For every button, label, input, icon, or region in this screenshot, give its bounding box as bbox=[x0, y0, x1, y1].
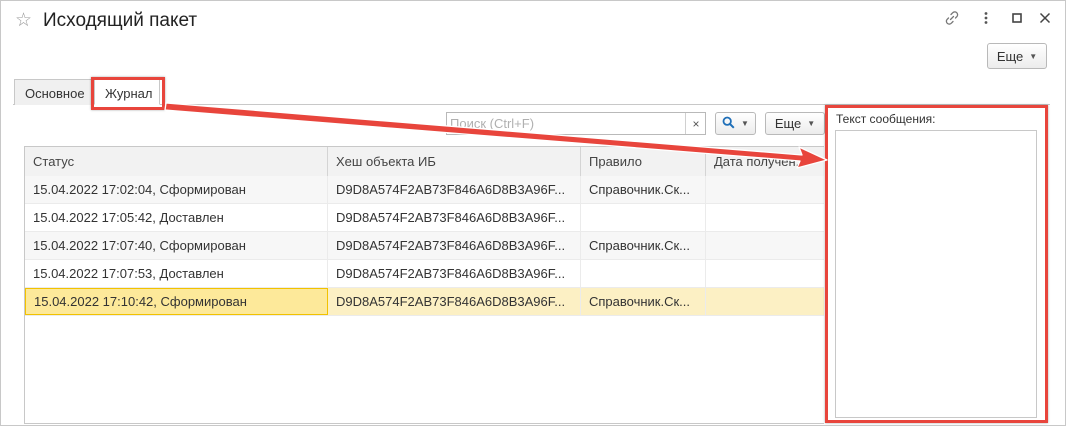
cell-status[interactable]: 15.04.2022 17:10:42, Сформирован bbox=[25, 288, 328, 315]
cell-status: 15.04.2022 17:07:53, Доставлен bbox=[25, 260, 328, 287]
cell-hash: D9D8A574F2AB73F846A6D8B3A96F... bbox=[328, 288, 581, 315]
table-row[interactable]: 15.04.2022 17:05:42, Доставлен D9D8A574F… bbox=[25, 204, 824, 232]
window-title: Исходящий пакет bbox=[43, 10, 198, 31]
table-row-selected[interactable]: 15.04.2022 17:10:42, Сформирован D9D8A57… bbox=[25, 288, 824, 316]
message-panel-highlight-frame bbox=[825, 105, 1048, 423]
journal-table: Статус Хеш объекта ИБ Правило Дата получ… bbox=[24, 146, 824, 424]
cell-rule bbox=[581, 204, 706, 231]
tab-main-label: Основное bbox=[25, 86, 85, 101]
tab-main[interactable]: Основное bbox=[14, 79, 96, 105]
cell-hash: D9D8A574F2AB73F846A6D8B3A96F... bbox=[328, 176, 581, 203]
caret-down-icon: ▼ bbox=[741, 119, 749, 128]
column-header-date[interactable]: Дата получен... bbox=[706, 147, 824, 176]
table-row[interactable]: 15.04.2022 17:07:53, Доставлен D9D8A574F… bbox=[25, 260, 824, 288]
cell-date bbox=[706, 204, 824, 231]
column-header-hash[interactable]: Хеш объекта ИБ bbox=[328, 147, 581, 176]
close-icon[interactable] bbox=[1038, 10, 1052, 30]
magnifier-icon bbox=[722, 116, 735, 132]
cell-date bbox=[706, 232, 824, 259]
link-icon[interactable] bbox=[944, 10, 960, 30]
star-icon[interactable]: ☆ bbox=[15, 9, 32, 32]
cell-status: 15.04.2022 17:07:40, Сформирован bbox=[25, 232, 328, 259]
maximize-icon[interactable] bbox=[1010, 10, 1024, 30]
toolbar-more-button[interactable]: Еще ▼ bbox=[765, 112, 825, 135]
column-header-status[interactable]: Статус bbox=[25, 147, 328, 176]
column-header-rule[interactable]: Правило bbox=[581, 147, 706, 176]
cell-date bbox=[706, 288, 824, 315]
cell-status: 15.04.2022 17:02:04, Сформирован bbox=[25, 176, 328, 203]
tab-highlight-frame bbox=[91, 77, 165, 110]
cell-hash: D9D8A574F2AB73F846A6D8B3A96F... bbox=[328, 204, 581, 231]
caret-down-icon: ▼ bbox=[1029, 51, 1038, 61]
caret-down-icon: ▼ bbox=[807, 119, 816, 128]
cell-hash: D9D8A574F2AB73F846A6D8B3A96F... bbox=[328, 232, 581, 259]
table-row[interactable]: 15.04.2022 17:02:04, Сформирован D9D8A57… bbox=[25, 176, 824, 204]
table-row[interactable]: 15.04.2022 17:07:40, Сформирован D9D8A57… bbox=[25, 232, 824, 260]
search-button[interactable]: ▼ bbox=[715, 112, 756, 135]
search-placeholder: Поиск (Ctrl+F) bbox=[450, 116, 535, 131]
cell-status: 15.04.2022 17:05:42, Доставлен bbox=[25, 204, 328, 231]
clear-search-icon[interactable]: × bbox=[685, 113, 706, 134]
top-more-button[interactable]: Еще ▼ bbox=[987, 43, 1047, 69]
cell-rule: Справочник.Ск... bbox=[581, 232, 706, 259]
cell-date bbox=[706, 176, 824, 203]
top-more-label: Еще bbox=[996, 48, 1024, 64]
cell-hash: D9D8A574F2AB73F846A6D8B3A96F... bbox=[328, 260, 581, 287]
toolbar-more-label: Еще bbox=[774, 116, 802, 131]
table-header: Статус Хеш объекта ИБ Правило Дата получ… bbox=[25, 147, 824, 177]
cell-rule bbox=[581, 260, 706, 287]
cell-date bbox=[706, 260, 824, 287]
cell-rule: Справочник.Ск... bbox=[581, 176, 706, 203]
cell-rule: Справочник.Ск... bbox=[581, 288, 706, 315]
more-vertical-icon[interactable] bbox=[982, 10, 990, 30]
